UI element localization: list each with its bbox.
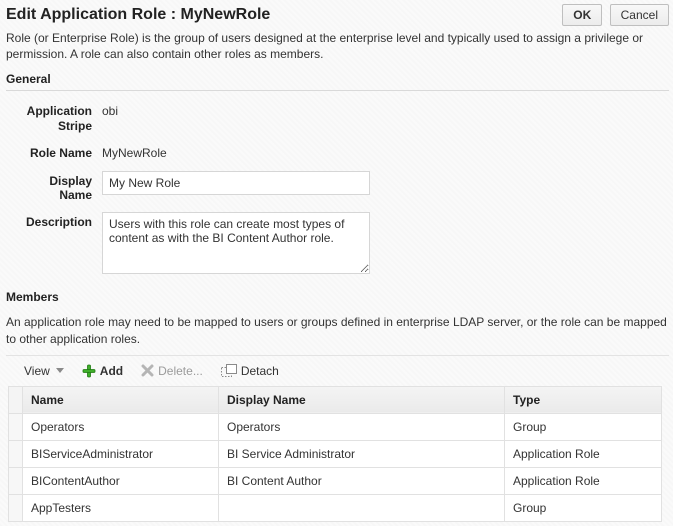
general-heading: General (6, 72, 669, 91)
title-prefix: Edit Application Role : (6, 6, 181, 23)
table-row[interactable]: AppTesters Group (9, 494, 662, 521)
col-select (9, 386, 23, 413)
display-name-input[interactable] (102, 171, 370, 195)
cell-name: BIContentAuthor (23, 467, 219, 494)
delete-button[interactable]: Delete... (141, 364, 203, 378)
cell-name: Operators (23, 413, 219, 440)
ok-button[interactable]: OK (562, 4, 602, 26)
cell-displayname: Operators (219, 413, 505, 440)
app-stripe-label: Application Stripe (6, 101, 102, 133)
cell-type: Group (505, 413, 662, 440)
row-select[interactable] (9, 440, 23, 467)
view-label: View (24, 364, 50, 378)
role-name-value: MyNewRole (102, 143, 167, 160)
plus-icon (82, 364, 96, 378)
table-row[interactable]: Operators Operators Group (9, 413, 662, 440)
members-heading: Members (6, 290, 669, 308)
x-icon (141, 364, 154, 377)
col-name-header[interactable]: Name (23, 386, 219, 413)
detach-label: Detach (241, 364, 279, 378)
delete-label: Delete... (158, 364, 203, 378)
title-role: MyNewRole (181, 6, 271, 23)
cell-displayname: BI Service Administrator (219, 440, 505, 467)
detach-icon (221, 364, 237, 378)
members-table: Name Display Name Type Operators Operato… (8, 386, 662, 522)
cell-displayname: BI Content Author (219, 467, 505, 494)
description-label: Description (6, 212, 102, 229)
col-displayname-header[interactable]: Display Name (219, 386, 505, 413)
members-desc: An application role may need to be mappe… (6, 308, 669, 355)
row-select[interactable] (9, 467, 23, 494)
display-name-label: Display Name (6, 171, 102, 203)
detach-button[interactable]: Detach (221, 364, 279, 378)
add-label: Add (100, 364, 123, 378)
cancel-button[interactable]: Cancel (610, 4, 669, 26)
description-textarea[interactable] (102, 212, 370, 274)
view-menu[interactable]: View (24, 364, 64, 378)
page-title: Edit Application Role : MyNewRole (6, 2, 270, 26)
intro-text: Role (or Enterprise Role) is the group o… (6, 26, 666, 72)
members-toolbar: View Add Delete... Detach (6, 358, 669, 386)
cell-type: Application Role (505, 467, 662, 494)
row-select[interactable] (9, 413, 23, 440)
col-type-header[interactable]: Type (505, 386, 662, 413)
row-select[interactable] (9, 494, 23, 521)
chevron-down-icon (56, 368, 64, 373)
app-stripe-value: obi (102, 101, 118, 118)
role-name-label: Role Name (6, 143, 102, 160)
header-actions: OK Cancel (558, 2, 669, 26)
cell-displayname (219, 494, 505, 521)
cell-name: BIServiceAdministrator (23, 440, 219, 467)
add-button[interactable]: Add (82, 364, 123, 378)
cell-type: Group (505, 494, 662, 521)
table-row[interactable]: BIContentAuthor BI Content Author Applic… (9, 467, 662, 494)
table-row[interactable]: BIServiceAdministrator BI Service Admini… (9, 440, 662, 467)
cell-name: AppTesters (23, 494, 219, 521)
cell-type: Application Role (505, 440, 662, 467)
